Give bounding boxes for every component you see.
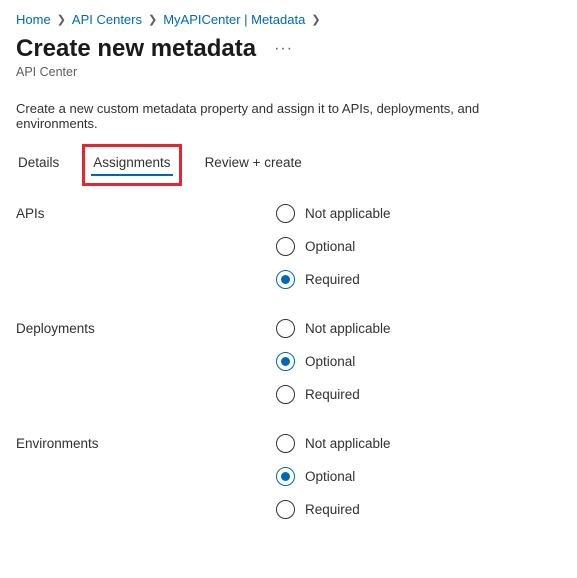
radio-group-environments: Not applicable Optional Required bbox=[276, 434, 561, 519]
group-label-deployments: Deployments bbox=[16, 319, 276, 404]
radio-label: Optional bbox=[305, 239, 355, 254]
radio-apis-na[interactable]: Not applicable bbox=[276, 204, 561, 223]
radio-label: Not applicable bbox=[305, 321, 391, 336]
radio-label: Required bbox=[305, 272, 360, 287]
assignments-grid: APIs Not applicable Optional Required De… bbox=[16, 204, 561, 519]
radio-environments-na[interactable]: Not applicable bbox=[276, 434, 561, 453]
radio-icon bbox=[276, 270, 295, 289]
chevron-right-icon: ❯ bbox=[148, 13, 157, 26]
page-subtitle: API Center bbox=[16, 65, 561, 79]
radio-label: Optional bbox=[305, 469, 355, 484]
group-label-environments: Environments bbox=[16, 434, 276, 519]
breadcrumb-link-home[interactable]: Home bbox=[16, 12, 51, 27]
radio-icon bbox=[276, 434, 295, 453]
page-description: Create a new custom metadata property an… bbox=[16, 101, 561, 131]
highlight-annotation: Assignments bbox=[82, 144, 181, 186]
radio-label: Not applicable bbox=[305, 436, 391, 451]
breadcrumb-link-api-centers[interactable]: API Centers bbox=[72, 12, 142, 27]
radio-icon bbox=[276, 237, 295, 256]
tab-assignments[interactable]: Assignments bbox=[91, 149, 172, 178]
radio-group-apis: Not applicable Optional Required bbox=[276, 204, 561, 289]
radio-label: Optional bbox=[305, 354, 355, 369]
radio-icon bbox=[276, 467, 295, 486]
chevron-right-icon: ❯ bbox=[57, 13, 66, 26]
group-label-apis: APIs bbox=[16, 204, 276, 289]
tab-review-create[interactable]: Review + create bbox=[203, 149, 304, 178]
chevron-right-icon: ❯ bbox=[311, 13, 320, 26]
page-title: Create new metadata bbox=[16, 35, 256, 63]
radio-icon bbox=[276, 204, 295, 223]
radio-deployments-na[interactable]: Not applicable bbox=[276, 319, 561, 338]
radio-icon bbox=[276, 352, 295, 371]
radio-deployments-optional[interactable]: Optional bbox=[276, 352, 561, 371]
tab-details[interactable]: Details bbox=[16, 149, 61, 178]
more-actions-button[interactable]: ··· bbox=[268, 38, 299, 60]
radio-group-deployments: Not applicable Optional Required bbox=[276, 319, 561, 404]
radio-apis-required[interactable]: Required bbox=[276, 270, 561, 289]
radio-label: Not applicable bbox=[305, 206, 391, 221]
radio-icon bbox=[276, 319, 295, 338]
breadcrumb: Home ❯ API Centers ❯ MyAPICenter | Metad… bbox=[16, 12, 561, 27]
radio-label: Required bbox=[305, 387, 360, 402]
radio-deployments-required[interactable]: Required bbox=[276, 385, 561, 404]
radio-environments-optional[interactable]: Optional bbox=[276, 467, 561, 486]
breadcrumb-link-current[interactable]: MyAPICenter | Metadata bbox=[163, 12, 305, 27]
radio-apis-optional[interactable]: Optional bbox=[276, 237, 561, 256]
radio-icon bbox=[276, 500, 295, 519]
radio-environments-required[interactable]: Required bbox=[276, 500, 561, 519]
radio-icon bbox=[276, 385, 295, 404]
radio-label: Required bbox=[305, 502, 360, 517]
tab-bar: Details Assignments Review + create bbox=[16, 149, 561, 178]
